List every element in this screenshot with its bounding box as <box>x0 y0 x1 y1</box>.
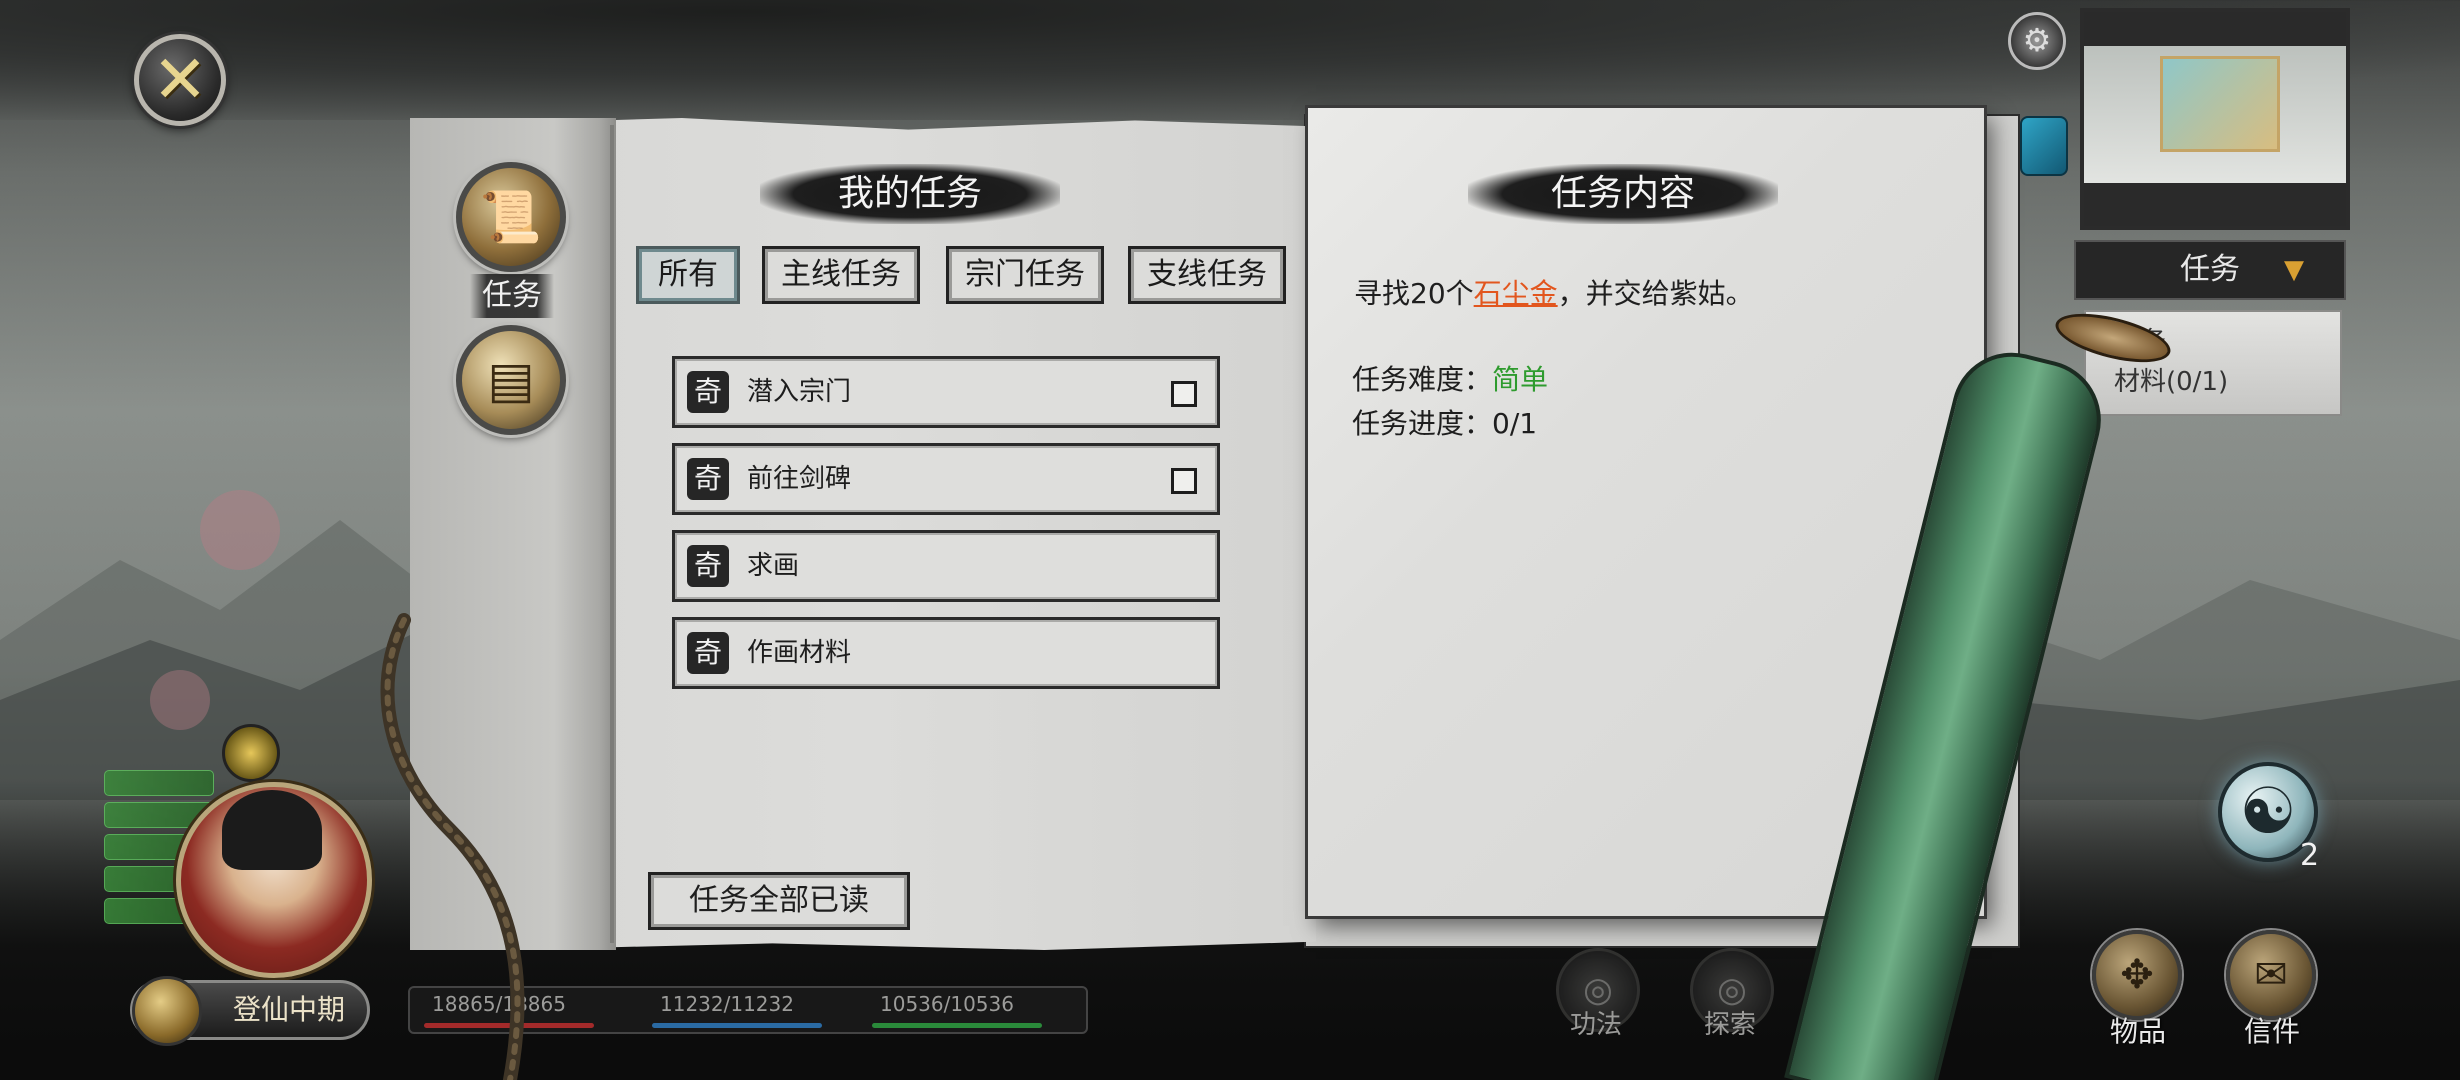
quest-name: 求画 <box>747 551 800 581</box>
mark-all-read-button[interactable]: 任务全部已读 <box>648 872 910 930</box>
filter-tab-side[interactable]: 支线任务 <box>1128 246 1286 304</box>
task-tracker-detail: 材料(0/1) <box>2114 367 2229 397</box>
mp-value: 11232/11232 <box>660 992 794 1016</box>
quest-row[interactable]: 奇 潜入宗门 <box>672 356 1220 428</box>
filter-tab-all[interactable]: 所有 <box>636 246 740 304</box>
buff-icon <box>222 724 280 782</box>
settings-button[interactable]: ⚙ <box>2008 12 2066 70</box>
quest-track-checkbox[interactable] <box>1171 381 1197 407</box>
quest-list-title: 我的任务 <box>760 164 1060 224</box>
paper-icon: ▤ <box>487 351 535 409</box>
quest-type-badge: 奇 <box>687 632 729 674</box>
quest-tab-label: 任务 <box>470 274 554 318</box>
items-label: 物品 <box>2110 1015 2167 1048</box>
quest-row[interactable]: 奇 前往剑碑 <box>672 443 1220 515</box>
quest-track-checkbox[interactable] <box>1171 468 1197 494</box>
spine-divider <box>610 125 614 943</box>
yinyang-icon: ☯ <box>2239 775 2297 849</box>
quest-name: 作画材料 <box>747 638 852 668</box>
progress-value: 0/1 <box>1492 407 1538 440</box>
filter-tab-main[interactable]: 主线任务 <box>762 246 920 304</box>
quest-tab-button[interactable]: 📜 <box>456 162 566 272</box>
quest-desc-suffix: ，并交给紫姑。 <box>1557 277 1754 310</box>
quest-detail-title: 任务内容 <box>1468 164 1778 224</box>
mp-bar <box>652 1023 822 1028</box>
yinyang-count: 2 <box>2300 838 2320 873</box>
gourd-icon <box>132 976 202 1046</box>
task-dropdown[interactable]: 任务 ▼ <box>2074 240 2346 300</box>
close-button[interactable]: ✕ <box>134 34 226 126</box>
status-chip <box>104 770 214 796</box>
minimap-location-icon <box>2160 56 2280 152</box>
portrait-hair <box>222 790 322 870</box>
quest-type-badge: 奇 <box>687 371 729 413</box>
stamina-value: 10536/10536 <box>880 992 1014 1016</box>
quest-row[interactable]: 奇 求画 <box>672 530 1220 602</box>
notes-tab-button[interactable]: ▤ <box>456 325 566 435</box>
letters-button[interactable]: ✉ <box>2226 930 2316 1020</box>
letters-label: 信件 <box>2244 1015 2301 1048</box>
rope-decoration <box>380 613 525 1080</box>
difficulty-label: 任务难度： <box>1352 363 1493 396</box>
bag-icon: ✥ <box>2120 952 2154 998</box>
quest-difficulty: 任务难度：简单 <box>1352 358 1548 398</box>
explore-label: 探索 <box>1704 1010 1757 1040</box>
quest-progress: 任务进度：0/1 <box>1352 402 1537 442</box>
filter-tab-sect[interactable]: 宗门任务 <box>946 246 1104 304</box>
triangle-down-icon: ▼ <box>2284 255 2304 285</box>
items-button[interactable]: ✥ <box>2092 930 2182 1020</box>
close-icon: ✕ <box>152 41 208 118</box>
stamina-bar <box>872 1023 1042 1028</box>
gear-icon: ⚙ <box>2022 21 2052 59</box>
quest-desc-prefix: 寻找20个 <box>1354 277 1474 310</box>
task-dropdown-label: 任务 <box>2180 252 2240 287</box>
quest-item-link[interactable]: 石尘金 <box>1474 277 1558 310</box>
quest-row[interactable]: 奇 作画材料 <box>672 617 1220 689</box>
quest-name: 前往剑碑 <box>747 464 852 494</box>
skills-label: 功法 <box>1570 1010 1623 1040</box>
cultivation-level-label: 登仙中期 <box>233 993 346 1026</box>
quest-name: 潜入宗门 <box>747 377 852 407</box>
scroll-icon: 📜 <box>479 187 543 246</box>
difficulty-value: 简单 <box>1492 363 1549 396</box>
codex-button[interactable] <box>2020 116 2068 176</box>
letter-icon: ✉ <box>2254 952 2288 998</box>
quest-description: 寻找20个石尘金，并交给紫姑。 <box>1354 272 1754 312</box>
quest-type-badge: 奇 <box>687 458 729 500</box>
progress-label: 任务进度： <box>1352 407 1493 440</box>
quest-type-badge: 奇 <box>687 545 729 587</box>
